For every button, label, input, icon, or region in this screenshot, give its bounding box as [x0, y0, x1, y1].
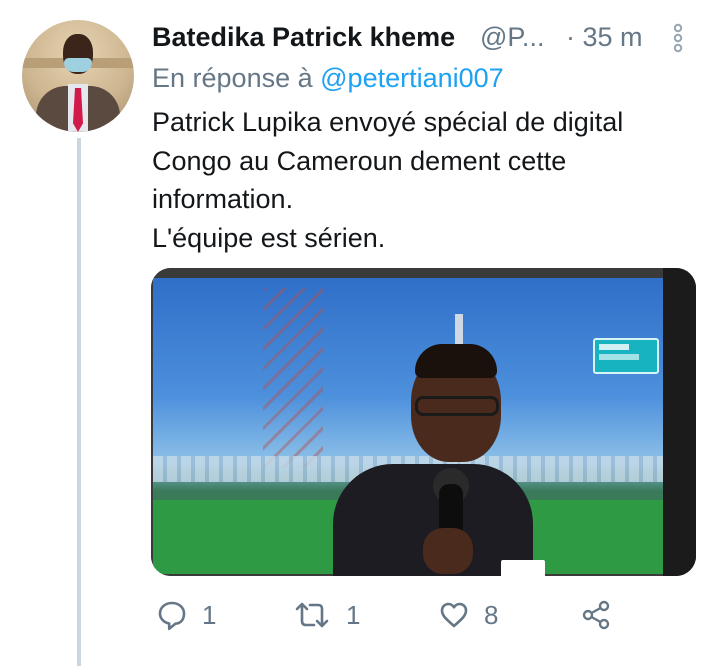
- heart-icon: [438, 599, 470, 631]
- tweet-text-line: Patrick Lupika envoyé spécial de digital: [152, 107, 624, 137]
- reply-mention-link[interactable]: @petertiani007: [320, 63, 504, 93]
- tweet-text-line: information.: [152, 184, 294, 214]
- more-vertical-icon[interactable]: [668, 22, 688, 54]
- stadium-tower: [263, 288, 323, 468]
- share-icon: [580, 599, 612, 631]
- retweet-count: 1: [346, 599, 361, 630]
- tweet-text-line: L'équipe est sérien.: [152, 222, 386, 253]
- tweet-time[interactable]: · 35 m: [566, 18, 643, 56]
- tweet-actions: 1 1 8: [152, 590, 692, 640]
- channel-logo-icon: [593, 338, 659, 374]
- tv-screen: [153, 278, 663, 576]
- reply-prefix: En réponse à: [152, 63, 313, 93]
- author-name[interactable]: Batedika Patrick kheme: [152, 18, 455, 56]
- reply-button[interactable]: 1: [156, 590, 216, 640]
- tweet-header: Batedika Patrick kheme @P... · 35 m: [152, 18, 692, 56]
- retweet-icon: [292, 599, 332, 631]
- share-button[interactable]: [580, 590, 612, 640]
- avatar[interactable]: [22, 20, 134, 132]
- tweet-media-image[interactable]: [151, 268, 696, 576]
- reporter-hair: [415, 344, 497, 378]
- reply-icon: [156, 599, 188, 631]
- like-button[interactable]: 8: [438, 590, 498, 640]
- time-separator: ·: [566, 22, 575, 52]
- thread-line: [77, 138, 81, 666]
- tv-bezel: [663, 268, 696, 576]
- retweet-button[interactable]: 1: [292, 590, 360, 640]
- reply-context: En réponse à @petertiani007: [152, 60, 504, 96]
- channel-logo-bar: [599, 344, 629, 350]
- like-count: 8: [484, 599, 499, 630]
- reply-count: 1: [202, 599, 217, 630]
- time-value: 35 m: [582, 22, 643, 52]
- reporter-badge: [501, 560, 545, 576]
- tweet-text: Patrick Lupika envoyé spécial de digital…: [152, 103, 692, 257]
- reporter-hand: [423, 528, 473, 574]
- author-handle[interactable]: @P...: [480, 18, 544, 56]
- channel-logo-bar: [599, 354, 639, 360]
- tweet-text-line: Congo au Cameroun dement cette: [152, 145, 567, 176]
- avatar-face-mask: [64, 58, 92, 72]
- reporter-glasses: [415, 396, 499, 416]
